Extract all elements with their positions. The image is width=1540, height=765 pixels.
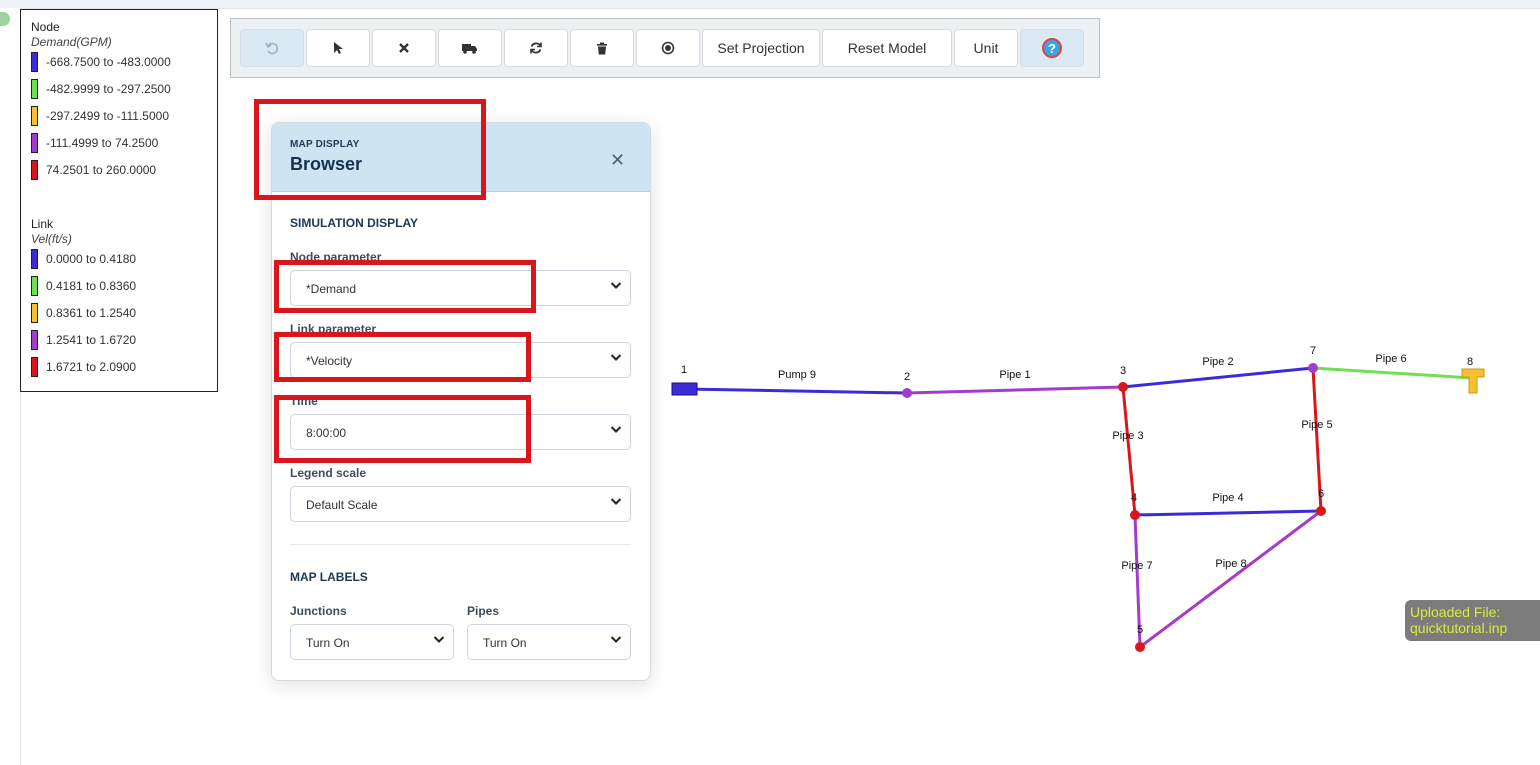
node-label: 2	[904, 371, 910, 383]
node-4-junction[interactable]	[1130, 510, 1140, 520]
node-label: 6	[1318, 488, 1324, 500]
node-label: 5	[1137, 624, 1143, 636]
uploaded-file-badge: Uploaded File: quicktutorial.inp	[1405, 600, 1540, 641]
node-label: 7	[1310, 345, 1316, 357]
node-3-junction[interactable]	[1118, 382, 1128, 392]
node-1-reservoir[interactable]	[671, 382, 698, 396]
link-pipe-4[interactable]	[1134, 509, 1322, 517]
link-pipe-8[interactable]	[1139, 509, 1322, 649]
link-label: Pipe 7	[1121, 560, 1152, 572]
link-label: Pipe 5	[1301, 419, 1332, 431]
node-8-tank[interactable]	[1461, 368, 1485, 394]
link-label: Pipe 3	[1112, 430, 1143, 442]
link-label: Pipe 8	[1215, 558, 1246, 570]
link-pump-9[interactable]	[683, 387, 908, 395]
node-label: 1	[681, 364, 687, 376]
node-7-junction[interactable]	[1308, 363, 1318, 373]
node-6-junction[interactable]	[1316, 506, 1326, 516]
link-pipe-2[interactable]	[1122, 366, 1314, 389]
link-pipe-6[interactable]	[1312, 366, 1473, 380]
link-label: Pipe 1	[999, 369, 1030, 381]
node-label: 4	[1131, 492, 1137, 504]
link-pipe-1[interactable]	[906, 385, 1124, 395]
link-label: Pipe 2	[1202, 356, 1233, 368]
uploaded-file-label: Uploaded File:	[1410, 604, 1501, 620]
link-label: Pipe 6	[1375, 353, 1406, 365]
uploaded-file-name: quicktutorial.inp	[1410, 620, 1508, 636]
node-label: 3	[1120, 365, 1126, 377]
network-map[interactable]: Pump 9 Pipe 1 Pipe 2 Pipe 6 Pipe 3 Pipe 5 Pipe…	[0, 0, 1540, 765]
node-2-junction[interactable]	[902, 388, 912, 398]
link-label: Pump 9	[778, 369, 816, 381]
node-5-junction[interactable]	[1135, 642, 1145, 652]
link-label: Pipe 4	[1212, 492, 1243, 504]
node-label: 8	[1467, 356, 1473, 368]
